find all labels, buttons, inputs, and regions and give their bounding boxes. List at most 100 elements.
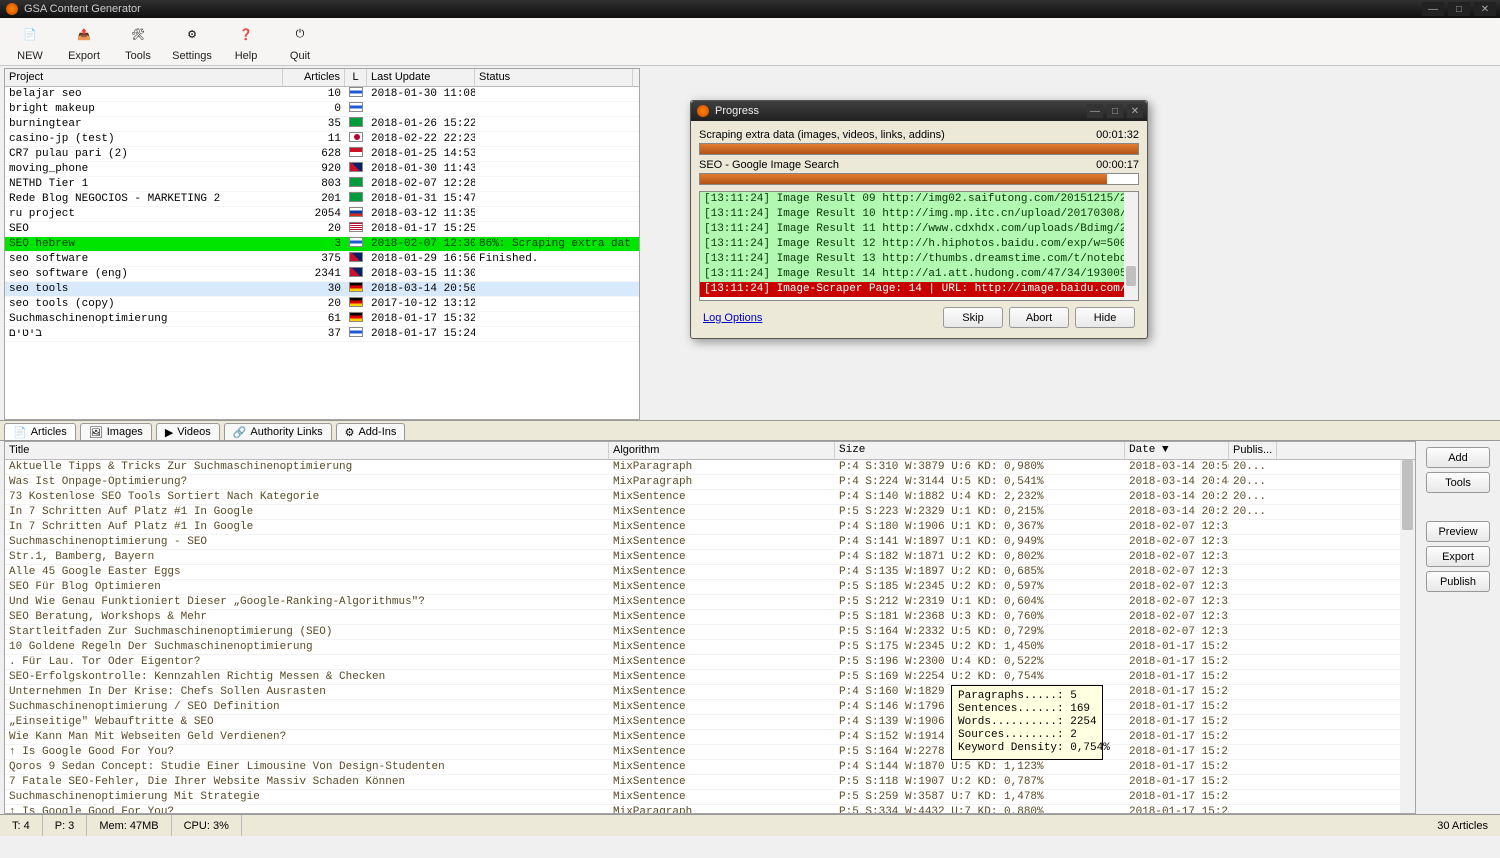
- progress-min[interactable]: —: [1087, 104, 1103, 118]
- article-row[interactable]: 73 Kostenlose SEO Tools Sortiert Nach Ka…: [5, 490, 1415, 505]
- skip-button[interactable]: Skip: [943, 307, 1003, 328]
- tab-articles[interactable]: 📄Articles: [4, 423, 76, 440]
- progress-titlebar[interactable]: Progress — □ ✕: [691, 101, 1147, 121]
- article-row[interactable]: SEO Für Blog OptimierenMixSentenceP:5 S:…: [5, 580, 1415, 595]
- progress-close[interactable]: ✕: [1127, 104, 1143, 118]
- project-row[interactable]: casino-jp (test)112018-02-22 22:23: [5, 132, 639, 147]
- tab-authority[interactable]: 🔗Authority Links: [224, 423, 332, 440]
- project-row[interactable]: ביטים372018-01-17 15:24: [5, 327, 639, 342]
- log-line: [13:11:24] Image Result 09 http://img02.…: [700, 192, 1138, 207]
- hdr-status[interactable]: Status: [475, 69, 633, 86]
- article-row[interactable]: Suchmaschinenoptimierung / SEO Definitio…: [5, 700, 1415, 715]
- tab-addins[interactable]: ⚙Add-Ins: [336, 423, 406, 440]
- tools-button[interactable]: 🛠Tools: [112, 20, 164, 63]
- article-row[interactable]: In 7 Schritten Auf Platz #1 In GoogleMix…: [5, 505, 1415, 520]
- help-button-label: Help: [235, 50, 258, 62]
- hdr-pub[interactable]: Publis...: [1229, 442, 1277, 459]
- project-row[interactable]: belajar seo102018-01-30 11:08: [5, 87, 639, 102]
- minimize-button[interactable]: —: [1422, 2, 1444, 16]
- quit-button[interactable]: ⏻Quit: [274, 20, 326, 63]
- article-row[interactable]: ↑ Is Google Good For You?MixSentenceP:5 …: [5, 745, 1415, 760]
- article-row[interactable]: SEO-Erfolgskontrolle: Kennzahlen Richtig…: [5, 670, 1415, 685]
- maximize-button[interactable]: □: [1448, 2, 1470, 16]
- article-row[interactable]: 10 Goldene Regeln Der Suchmaschinenoptim…: [5, 640, 1415, 655]
- flag-icon: [349, 162, 363, 172]
- article-row[interactable]: „Einseitige" Webauftritte & SEOMixSenten…: [5, 715, 1415, 730]
- quit-button-label: Quit: [290, 50, 310, 62]
- article-row[interactable]: Startleitfaden Zur Suchmaschinenoptimier…: [5, 625, 1415, 640]
- article-row[interactable]: Was Ist Onpage-Optimierung?MixParagraphP…: [5, 475, 1415, 490]
- export-button[interactable]: 📤Export: [58, 20, 110, 63]
- preview-button[interactable]: Preview: [1426, 521, 1490, 542]
- project-row[interactable]: Suchmaschinenoptimierung612018-01-17 15:…: [5, 312, 639, 327]
- tab-authority-label: Authority Links: [250, 426, 322, 438]
- status-count: 30 Articles: [1437, 820, 1500, 832]
- add-button[interactable]: Add: [1426, 447, 1490, 468]
- progress-log[interactable]: [13:11:24] Image Result 09 http://img02.…: [699, 191, 1139, 301]
- hdr-date[interactable]: Date ▼: [1125, 442, 1229, 459]
- hdr-lang[interactable]: L: [345, 69, 367, 86]
- article-table[interactable]: Title Algorithm Size Date ▼ Publis... Ak…: [4, 441, 1416, 814]
- tab-images[interactable]: 🖼Images: [80, 423, 152, 440]
- progress-dialog[interactable]: Progress — □ ✕ Scraping extra data (imag…: [690, 100, 1148, 339]
- publish-button[interactable]: Publish: [1426, 571, 1490, 592]
- status-p: P: 3: [43, 815, 88, 836]
- tab-images-icon: 🖼: [89, 426, 103, 439]
- hdr-title[interactable]: Title: [5, 442, 609, 459]
- project-row[interactable]: CR7 pulau pari (2)6282018-01-25 14:53: [5, 147, 639, 162]
- tools-button-icon: 🛠: [125, 22, 151, 48]
- article-row[interactable]: Und Wie Genau Funktioniert Dieser „Googl…: [5, 595, 1415, 610]
- log-scrollbar[interactable]: [1124, 192, 1138, 300]
- hdr-size[interactable]: Size: [835, 442, 1125, 459]
- hdr-project[interactable]: Project: [5, 69, 283, 86]
- hide-button[interactable]: Hide: [1075, 307, 1135, 328]
- project-row[interactable]: moving_phone9202018-01-30 11:43: [5, 162, 639, 177]
- article-row[interactable]: 7 Fatale SEO-Fehler, Die Ihrer Website M…: [5, 775, 1415, 790]
- article-row[interactable]: Wie Kann Man Mit Webseiten Geld Verdiene…: [5, 730, 1415, 745]
- project-row[interactable]: seo software (eng)23412018-03-15 11:30: [5, 267, 639, 282]
- article-row[interactable]: ↑ Is Google Good For You?MixParagraphP:5…: [5, 805, 1415, 814]
- project-row[interactable]: ru project20542018-03-12 11:35: [5, 207, 639, 222]
- article-row[interactable]: Unternehmen In Der Krise: Chefs Sollen A…: [5, 685, 1415, 700]
- tab-videos[interactable]: ▶Videos: [156, 423, 220, 440]
- close-button[interactable]: ✕: [1474, 2, 1496, 16]
- project-row[interactable]: NETHD Tier 18032018-02-07 12:28: [5, 177, 639, 192]
- article-row[interactable]: Aktuelle Tipps & Tricks Zur Suchmaschine…: [5, 460, 1415, 475]
- article-row[interactable]: SEO Beratung, Workshops & MehrMixSentenc…: [5, 610, 1415, 625]
- project-row[interactable]: seo tools (copy)202017-10-12 13:12: [5, 297, 639, 312]
- new-button[interactable]: 📄NEW: [4, 20, 56, 63]
- project-row[interactable]: SEO hebrew32018-02-07 12:3086%: Scraping…: [5, 237, 639, 252]
- project-row[interactable]: seo tools302018-03-14 20:50: [5, 282, 639, 297]
- export-button-side[interactable]: Export: [1426, 546, 1490, 567]
- article-scrollbar[interactable]: [1400, 460, 1415, 813]
- status-cpu: CPU: 3%: [172, 815, 242, 836]
- hdr-algo[interactable]: Algorithm: [609, 442, 835, 459]
- log-options-link[interactable]: Log Options: [703, 312, 762, 324]
- project-table[interactable]: Project Articles L Last Update Status be…: [4, 68, 640, 420]
- article-row[interactable]: Qoros 9 Sedan Concept: Studie Einer Limo…: [5, 760, 1415, 775]
- article-row[interactable]: Suchmaschinenoptimierung - SEOMixSentenc…: [5, 535, 1415, 550]
- progress-task2-time: 00:00:17: [1096, 159, 1139, 171]
- progress-task1-label: Scraping extra data (images, videos, lin…: [699, 129, 945, 141]
- hdr-articles[interactable]: Articles: [283, 69, 345, 86]
- flag-icon: [349, 117, 363, 127]
- tools-button-side[interactable]: Tools: [1426, 472, 1490, 493]
- article-row[interactable]: Str.1, Bamberg, BayernMixSentenceP:4 S:1…: [5, 550, 1415, 565]
- settings-button[interactable]: ⚙Settings: [166, 20, 218, 63]
- hdr-update[interactable]: Last Update: [367, 69, 475, 86]
- project-row[interactable]: bright makeup0: [5, 102, 639, 117]
- progress-max[interactable]: □: [1107, 104, 1123, 118]
- abort-button[interactable]: Abort: [1009, 307, 1069, 328]
- project-row[interactable]: burningtear352018-01-26 15:22: [5, 117, 639, 132]
- help-button[interactable]: ❓Help: [220, 20, 272, 63]
- project-row[interactable]: Rede Blog NEGOCIOS - MARKETING 22012018-…: [5, 192, 639, 207]
- article-row[interactable]: In 7 Schritten Auf Platz #1 In GoogleMix…: [5, 520, 1415, 535]
- log-line: [13:11:24] Image Result 11 http://www.cd…: [700, 222, 1138, 237]
- article-row[interactable]: Suchmaschinenoptimierung Mit StrategieMi…: [5, 790, 1415, 805]
- article-row[interactable]: Alle 45 Google Easter EggsMixSentenceP:4…: [5, 565, 1415, 580]
- project-row[interactable]: SEO202018-01-17 15:25: [5, 222, 639, 237]
- tab-articles-icon: 📄: [13, 426, 27, 439]
- article-row[interactable]: . Für Lau. Tor Oder Eigentor?MixSentence…: [5, 655, 1415, 670]
- project-row[interactable]: seo software3752018-01-29 16:56Finished.: [5, 252, 639, 267]
- progress-title: Progress: [715, 105, 759, 117]
